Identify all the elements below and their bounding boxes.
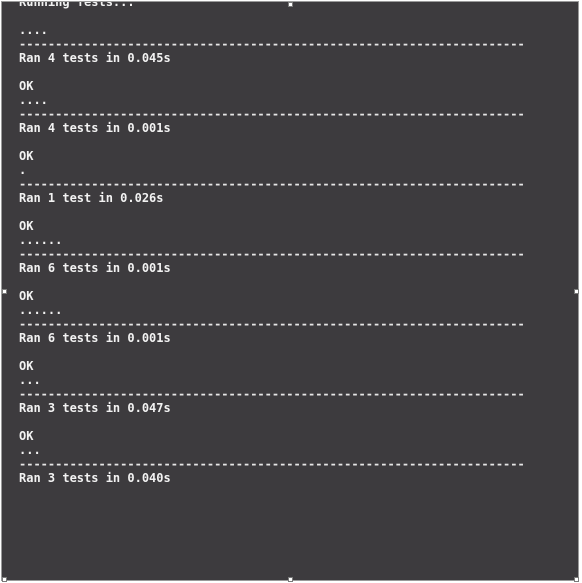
status-ok-line: OK [19,79,34,93]
resize-handle-bottom-right[interactable] [574,577,579,582]
test-summary-line: Ran 3 tests in 0.047s [19,401,171,415]
separator-line: ----------------------------------------… [19,107,525,121]
test-summary-line: Ran 1 test in 0.026s [19,191,164,205]
separator-line: ----------------------------------------… [19,387,525,401]
status-ok-line: OK [19,149,34,163]
test-summary-line: Ran 4 tests in 0.045s [19,51,171,65]
progress-dots-line: ...... [19,303,63,317]
progress-dots-line: ...... [19,233,63,247]
separator-line: ----------------------------------------… [19,37,525,51]
separator-line: ----------------------------------------… [19,247,525,261]
resize-handle-left-middle[interactable] [2,289,7,294]
test-summary-line: Ran 4 tests in 0.001s [19,121,171,135]
resize-handle-bottom-center[interactable] [288,577,293,582]
resize-handle-right-middle[interactable] [574,289,579,294]
resize-handle-top-center[interactable] [288,2,293,7]
test-summary-line: Ran 6 tests in 0.001s [19,261,171,275]
progress-dots-line: .... [19,23,48,37]
status-ok-line: OK [19,219,34,233]
test-summary-line: Ran 3 tests in 0.040s [19,471,171,485]
test-summary-line: Ran 6 tests in 0.001s [19,331,171,345]
separator-line: ----------------------------------------… [19,317,525,331]
progress-dots-line: ... [19,373,41,387]
progress-dots-line: .... [19,93,48,107]
separator-line: ----------------------------------------… [19,457,525,471]
progress-dots-line: . [19,163,27,177]
progress-dots-line: ... [19,443,41,457]
header-line: Running Tests... [19,1,135,9]
status-ok-line: OK [19,289,34,303]
separator-line: ----------------------------------------… [19,177,525,191]
console-output: Running Tests... .... -------------------… [2,1,578,485]
resize-handle-bottom-left[interactable] [2,577,7,582]
status-ok-line: OK [19,359,34,373]
status-ok-line: OK [19,429,34,443]
terminal-output-window[interactable]: Running Tests... .... -------------------… [1,1,579,581]
